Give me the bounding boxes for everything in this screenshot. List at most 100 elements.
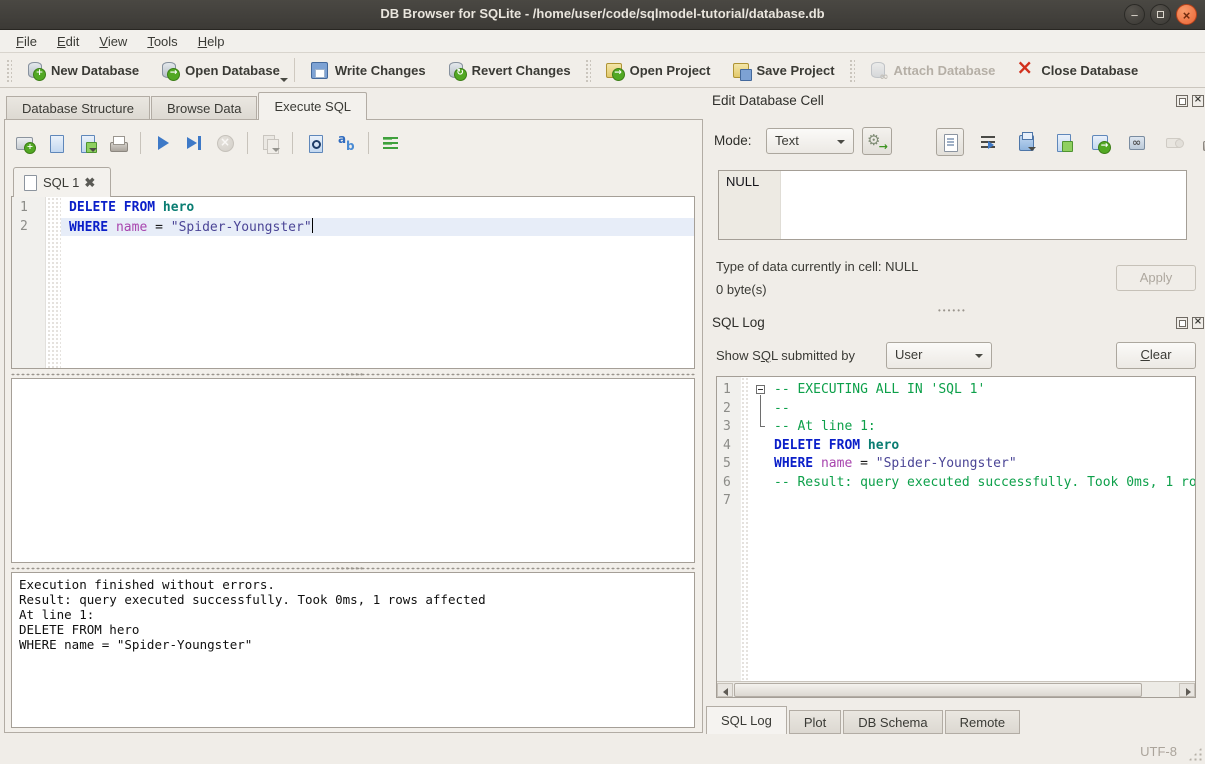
cell-type-info: Type of data currently in cell: NULL xyxy=(716,259,918,274)
editor-results-splitter[interactable]: •••••• xyxy=(11,370,695,378)
sql-document-icon xyxy=(22,174,38,192)
export-data-button[interactable] xyxy=(1088,130,1112,154)
fold-margin[interactable] xyxy=(753,492,771,511)
toolbar-grip[interactable] xyxy=(584,58,591,82)
dock-close-icon[interactable] xyxy=(1192,317,1204,329)
new-sql-tab-button[interactable] xyxy=(13,131,37,155)
results-messages-splitter[interactable]: •••••• xyxy=(11,564,695,572)
apply-button[interactable]: Apply xyxy=(1116,265,1196,291)
text-mode-button[interactable] xyxy=(936,128,964,156)
message-line: WHERE name = "Spider-Youngster" xyxy=(19,637,687,652)
main-toolbar: New DatabaseOpen Database Write ChangesRe… xyxy=(0,53,1205,88)
print-cell-button[interactable] xyxy=(1199,130,1205,154)
execute-current-line-button[interactable] xyxy=(182,131,206,155)
menu-file[interactable]: File xyxy=(6,32,47,51)
sql-log-filter-label: Show SQL submitted by xyxy=(716,348,855,363)
menu-view[interactable]: View xyxy=(89,32,137,51)
scroll-left-arrow-icon[interactable] xyxy=(717,683,733,697)
sql-tab[interactable]: SQL 1 ✖ xyxy=(13,167,111,197)
scroll-right-arrow-icon[interactable] xyxy=(1179,683,1195,697)
scrollbar-thumb[interactable] xyxy=(734,683,1142,697)
messages-pane[interactable]: Execution finished without errors.Result… xyxy=(11,572,695,728)
code-text: -- EXECUTING ALL IN 'SQL 1' xyxy=(774,381,985,400)
import-data-button[interactable] xyxy=(1014,130,1038,154)
toolbar-button-open-database[interactable]: Open Database xyxy=(149,55,290,85)
tab-database-structure[interactable]: Database Structure xyxy=(6,96,150,120)
menu-tools[interactable]: Tools xyxy=(137,32,187,51)
message-line: At line 1: xyxy=(19,607,687,622)
cell-mode-select[interactable]: Text xyxy=(766,128,854,154)
toolbar-button-open-project[interactable]: Open Project xyxy=(594,55,721,85)
save-as-button[interactable] xyxy=(1051,130,1075,154)
dropdown-caret-icon xyxy=(272,148,280,152)
toolbar-separator xyxy=(247,132,248,154)
toolbar-button-write-changes[interactable]: Write Changes xyxy=(299,55,436,85)
toolbar-grip[interactable] xyxy=(848,58,855,82)
sql-editor[interactable]: 1DELETE FROM hero2WHERE name = "Spider-Y… xyxy=(11,196,695,369)
sql-editor-toolbar xyxy=(13,128,403,158)
execute-all-button[interactable] xyxy=(151,131,175,155)
line-number: 6 xyxy=(723,474,731,493)
sql-log-view[interactable]: 1-- EXECUTING ALL IN 'SQL 1'2--3-- At li… xyxy=(716,376,1196,698)
line-number: 4 xyxy=(723,437,731,456)
stop-button[interactable] xyxy=(213,131,237,155)
new-sql-tab-icon xyxy=(15,133,35,153)
menu-edit[interactable]: Edit xyxy=(47,32,89,51)
code-line: 2WHERE name = "Spider-Youngster" xyxy=(12,218,694,237)
maximize-button[interactable] xyxy=(1150,4,1171,25)
results-pane[interactable] xyxy=(11,378,695,563)
wrap-cell-button[interactable] xyxy=(977,130,1001,154)
fold-margin[interactable] xyxy=(753,437,771,456)
fold-margin[interactable] xyxy=(753,455,771,474)
dock-tab-sql-log[interactable]: SQL Log xyxy=(706,706,787,734)
toolbar-grip[interactable] xyxy=(5,58,12,82)
app-window: DB Browser for SQLite - /home/user/code/… xyxy=(0,0,1205,764)
log-horizontal-scrollbar[interactable] xyxy=(717,681,1195,697)
resize-grip[interactable] xyxy=(1188,747,1202,761)
toolbar-button-new-database[interactable]: New Database xyxy=(15,55,149,85)
fold-collapse-icon[interactable] xyxy=(756,385,765,394)
attach-database-icon xyxy=(868,60,888,80)
print-button[interactable] xyxy=(106,131,130,155)
editor-code-area[interactable]: 1DELETE FROM hero2WHERE name = "Spider-Y… xyxy=(12,197,694,236)
dock-tab-plot[interactable]: Plot xyxy=(789,710,841,734)
fold-margin[interactable] xyxy=(753,474,771,493)
close-button[interactable]: × xyxy=(1176,4,1197,25)
titlebar[interactable]: DB Browser for SQLite - /home/user/code/… xyxy=(0,0,1205,30)
cell-value-editor[interactable]: NULL xyxy=(718,170,1187,240)
toolbar-button-attach-database[interactable]: Attach Database xyxy=(858,55,1006,85)
find-button[interactable] xyxy=(303,131,327,155)
tab-browse-data[interactable]: Browse Data xyxy=(151,96,257,120)
toolbar-button-save-project[interactable]: Save Project xyxy=(721,55,845,85)
dock-tab-db-schema[interactable]: DB Schema xyxy=(843,710,942,734)
sql-tab-close-icon[interactable]: ✖ xyxy=(84,175,95,191)
apply-cell-changes-button[interactable] xyxy=(862,127,892,155)
minimize-button[interactable]: − xyxy=(1124,4,1145,25)
clear-log-button[interactable]: Clear xyxy=(1116,342,1196,369)
copy-link-button[interactable] xyxy=(1125,130,1149,154)
window-controls: − × xyxy=(1124,4,1197,25)
dock-close-icon[interactable] xyxy=(1192,95,1204,107)
toolbar-button-revert-changes[interactable]: Revert Changes xyxy=(436,55,581,85)
save-sql-file-button[interactable] xyxy=(75,131,99,155)
set-null-button[interactable] xyxy=(1162,130,1186,154)
dock-splitter[interactable]: •••••• xyxy=(938,306,967,315)
dock-float-icon[interactable] xyxy=(1176,317,1188,329)
sql-log-filter-select[interactable]: User xyxy=(886,342,992,369)
fold-margin[interactable] xyxy=(753,381,771,400)
word-wrap-button[interactable] xyxy=(379,131,403,155)
fold-margin[interactable] xyxy=(753,418,771,437)
open-sql-file-button[interactable] xyxy=(44,131,68,155)
menu-help[interactable]: Help xyxy=(188,32,235,51)
tab-execute-sql[interactable]: Execute SQL xyxy=(258,92,367,120)
dock-tab-remote[interactable]: Remote xyxy=(945,710,1021,734)
open-sql-file-icon xyxy=(46,133,66,153)
find-replace-button[interactable] xyxy=(334,131,358,155)
code-text: DELETE FROM hero xyxy=(774,437,899,456)
fold-margin[interactable] xyxy=(753,400,771,419)
word-wrap-icon xyxy=(381,133,401,153)
toolbar-button-close-database[interactable]: Close Database xyxy=(1005,55,1148,85)
dock-float-icon[interactable] xyxy=(1176,95,1188,107)
save-results-button[interactable] xyxy=(258,131,282,155)
dropdown-caret-icon xyxy=(89,148,97,152)
